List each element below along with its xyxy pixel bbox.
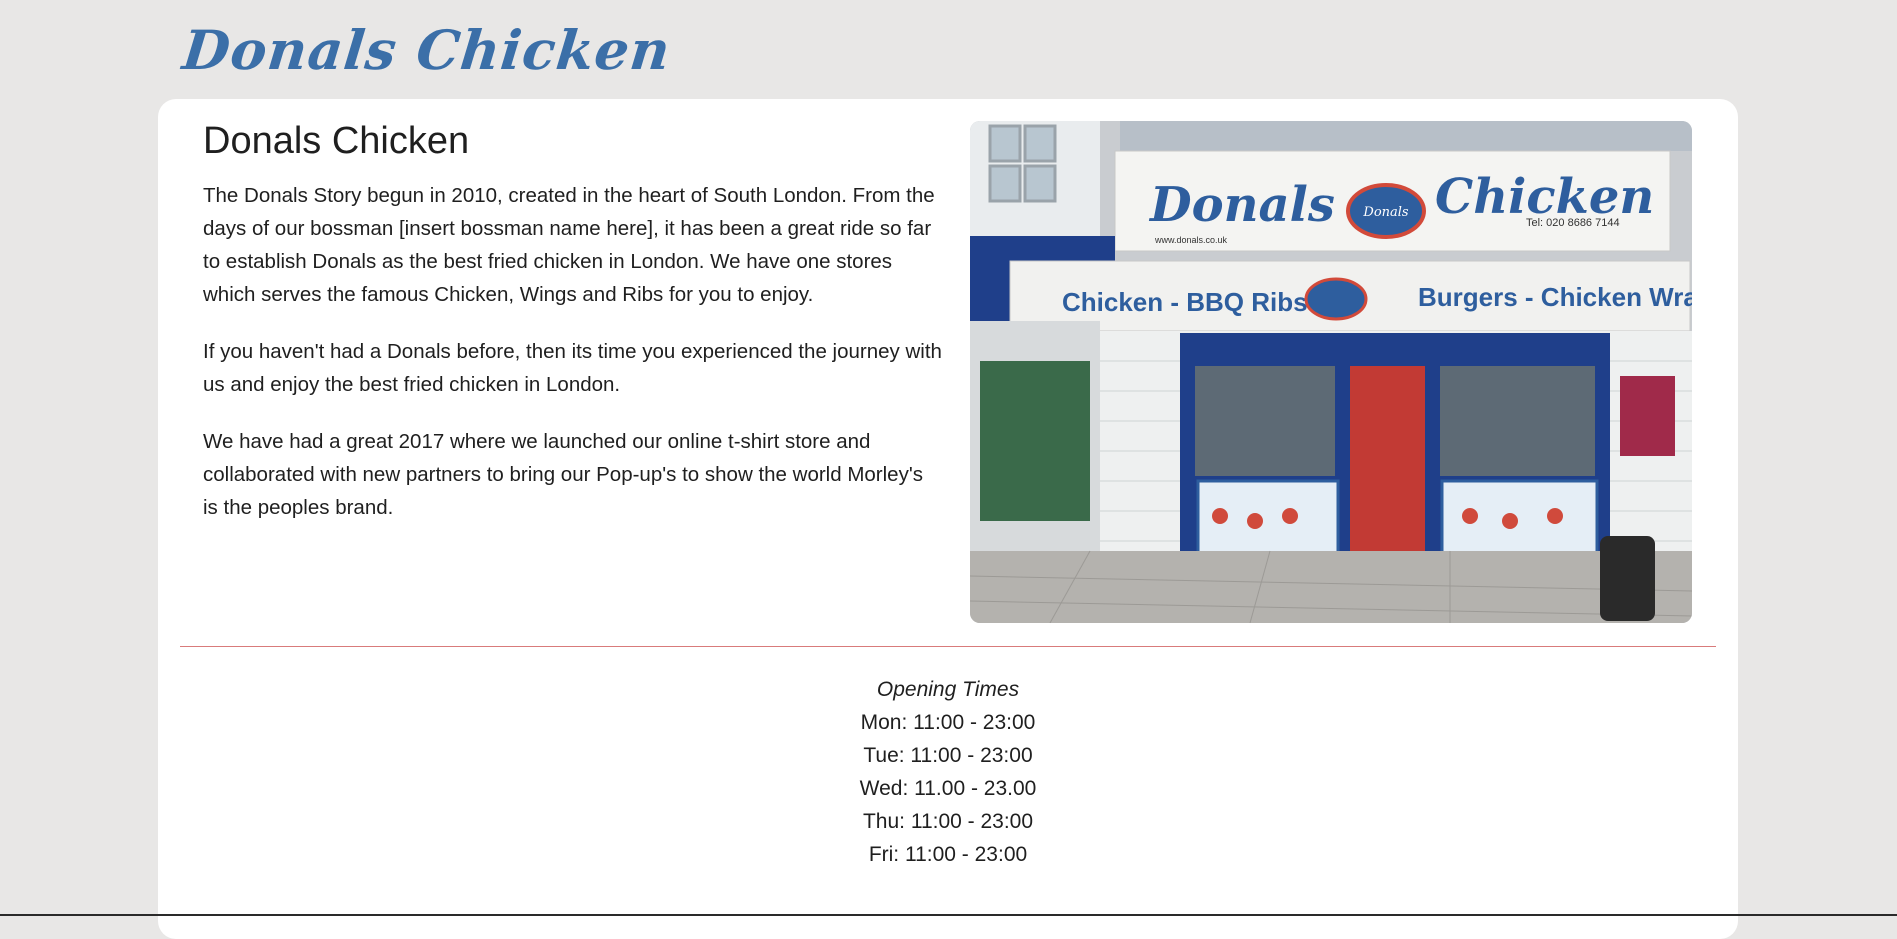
intro-paragraph: We have had a great 2017 where we launch… — [203, 429, 923, 519]
storefront-illustration: Donals Chicken Tel: 020 8686 7144 www.do… — [970, 121, 1692, 623]
sign-phone: Tel: 020 8686 7144 — [1526, 217, 1620, 229]
sign-text: Burgers - Chicken Wraps — [1418, 282, 1692, 312]
hours-line: Fri: 11:00 - 23:00 — [868, 843, 1028, 866]
storefront-photo: Donals Chicken Tel: 020 8686 7144 www.do… — [970, 121, 1692, 623]
sign-text: Donals — [1148, 177, 1335, 233]
intro-section: Donals Chicken The Donals Story begun in… — [203, 120, 943, 548]
hours-line: Mon: 11:00 - 23:00 — [860, 711, 1036, 734]
hours-line: Tue: 11:00 - 23:00 — [863, 744, 1033, 767]
sign-badge: Donals — [1362, 205, 1409, 220]
hours-line: Thu: 11:00 - 23:00 — [862, 810, 1034, 833]
intro-paragraph: The Donals Story begun in 2010, created … — [203, 183, 935, 306]
content-card: Donals Chicken The Donals Story begun in… — [158, 99, 1738, 939]
opening-times: Opening Times Mon: 11:00 - 23:00 Tue: 11… — [158, 673, 1738, 871]
sign-text: Chicken - BBQ Ribs — [1062, 287, 1308, 317]
site-logo[interactable]: Donals Chicken — [180, 18, 674, 82]
opening-times-title: Opening Times — [876, 678, 1020, 701]
sign-web: www.donals.co.uk — [1154, 235, 1228, 245]
section-divider — [180, 646, 1716, 647]
intro-paragraph: If you haven't had a Donals before, then… — [203, 339, 942, 396]
page-title: Donals Chicken — [203, 120, 470, 162]
hours-line: Wed: 11.00 - 23.00 — [859, 777, 1037, 800]
